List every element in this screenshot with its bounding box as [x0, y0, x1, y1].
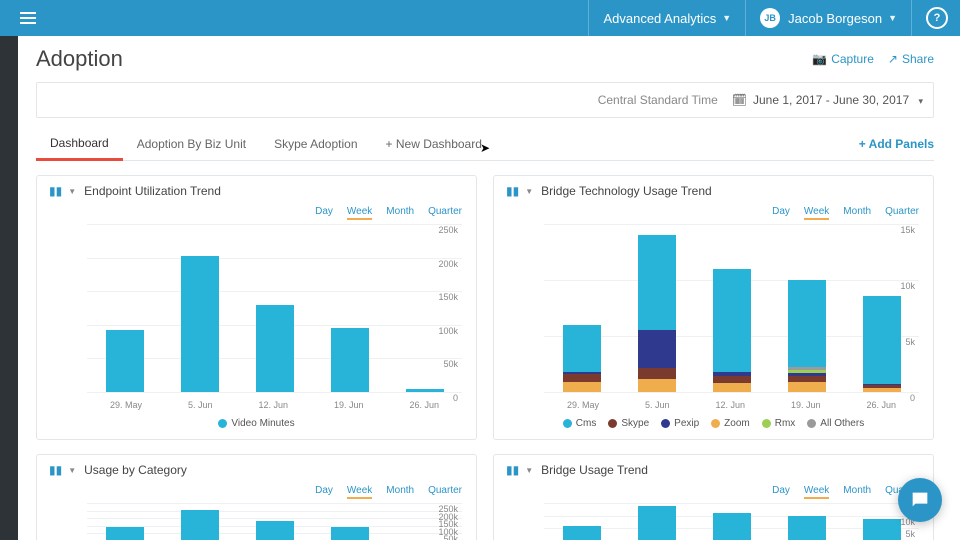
legend: CmsSkypePexipZoomRmxAll Others [494, 414, 933, 439]
chat-button[interactable] [898, 478, 942, 522]
chat-icon [909, 489, 931, 511]
time-selector: DayWeekMonthQuarter [494, 485, 933, 503]
page-title: Adoption [36, 46, 123, 72]
time-quarter[interactable]: Quarter [428, 485, 462, 499]
help-button[interactable]: ? [911, 0, 948, 36]
chart-usage-by-category: 050k100k150k200k250k29. May5. Jun12. Jun… [51, 503, 462, 540]
user-name-label: Jacob Borgeson [788, 11, 882, 26]
time-month[interactable]: Month [386, 485, 414, 499]
chart-icon: ▮▮ [506, 463, 519, 477]
caret-down-icon[interactable]: ▼ [525, 187, 533, 196]
legend: Video Minutes [37, 414, 476, 439]
time-selector: Day Week Month Quarter [494, 206, 933, 224]
chart-bridge-usage: 05k10k15k29. May5. Jun12. Jun19. Jun26. … [508, 503, 919, 540]
chart-icon: ▮▮ [49, 463, 62, 477]
time-month[interactable]: Month [843, 485, 871, 499]
chart-bridge-technology: 05k10k15k29. May5. Jun12. Jun19. Jun26. … [508, 224, 919, 414]
camera-icon: 📷 [812, 52, 827, 66]
time-week[interactable]: Week [804, 485, 829, 499]
time-selector: Day Week Month Quarter [37, 485, 476, 503]
time-quarter[interactable]: Quarter [885, 206, 919, 220]
tab-dashboard[interactable]: Dashboard [36, 128, 123, 161]
time-day[interactable]: Day [772, 485, 790, 499]
caret-down-icon[interactable]: ▼ [525, 466, 533, 475]
page: Adoption 📷Capture ↗Share Central Standar… [18, 36, 952, 540]
time-week[interactable]: Week [347, 206, 372, 220]
user-menu[interactable]: JB Jacob Borgeson ▼ [745, 0, 911, 36]
nav-dropdown[interactable]: Advanced Analytics ▼ [588, 0, 745, 36]
topbar: Advanced Analytics ▼ JB Jacob Borgeson ▼ ? [0, 0, 960, 36]
nav-dropdown-label: Advanced Analytics [603, 11, 716, 26]
time-day[interactable]: Day [772, 206, 790, 220]
share-button[interactable]: ↗Share [888, 52, 934, 66]
caret-down-icon: ▾ [918, 96, 923, 106]
time-day[interactable]: Day [315, 206, 333, 220]
hamburger-button[interactable] [12, 5, 44, 31]
tabs: Dashboard Adoption By Biz Unit Skype Ado… [36, 128, 934, 161]
capture-button[interactable]: 📷Capture [812, 52, 874, 66]
add-panels-button[interactable]: + Add Panels [859, 129, 934, 159]
chevron-down-icon: ▼ [722, 13, 731, 23]
panel-title: Usage by Category [84, 463, 187, 477]
date-range-bar: Central Standard Time 🗓 June 1, 2017 - J… [36, 82, 934, 118]
collapsed-sidebar[interactable] [0, 36, 18, 540]
timezone-label: Central Standard Time [598, 93, 718, 107]
caret-down-icon[interactable]: ▼ [68, 187, 76, 196]
chart-icon: ▮▮ [506, 184, 519, 198]
time-week[interactable]: Week [804, 206, 829, 220]
time-day[interactable]: Day [315, 485, 333, 499]
share-icon: ↗ [888, 52, 898, 66]
time-quarter[interactable]: Quarter [428, 206, 462, 220]
calendar-icon: 🗓 [732, 93, 747, 107]
time-month[interactable]: Month [386, 206, 414, 220]
panel-endpoint-utilization: ▮▮ ▼ Endpoint Utilization Trend Day Week Mon… [36, 175, 477, 440]
caret-down-icon[interactable]: ▼ [68, 466, 76, 475]
chart-endpoint-utilization: 050k100k150k200k250k29. May5. Jun12. Jun… [51, 224, 462, 414]
panel-bridge-usage: ▮▮▼Bridge Usage Trend DayWeekMonthQuarte… [493, 454, 934, 540]
time-month[interactable]: Month [843, 206, 871, 220]
help-icon: ? [926, 7, 948, 29]
panel-title: Bridge Usage Trend [541, 463, 648, 477]
panel-title: Endpoint Utilization Trend [84, 184, 221, 198]
tab-skype-adoption[interactable]: Skype Adoption [260, 129, 371, 159]
tab-adoption-by-biz-unit[interactable]: Adoption By Biz Unit [123, 129, 260, 159]
date-range-picker[interactable]: June 1, 2017 - June 30, 2017 ▾ [753, 93, 923, 107]
titlebar: Adoption 📷Capture ↗Share [18, 36, 952, 82]
panel-title: Bridge Technology Usage Trend [541, 184, 712, 198]
time-week[interactable]: Week [347, 485, 372, 499]
panel-bridge-technology: ▮▮ ▼ Bridge Technology Usage Trend Day Week… [493, 175, 934, 440]
panel-usage-by-category: ▮▮ ▼ Usage by Category Day Week Month Quarter… [36, 454, 477, 540]
avatar: JB [760, 8, 780, 28]
tab-new-dashboard[interactable]: + New Dashboard [372, 129, 496, 159]
chart-icon: ▮▮ [49, 184, 62, 198]
time-selector: Day Week Month Quarter [37, 206, 476, 224]
chevron-down-icon: ▼ [888, 13, 897, 23]
